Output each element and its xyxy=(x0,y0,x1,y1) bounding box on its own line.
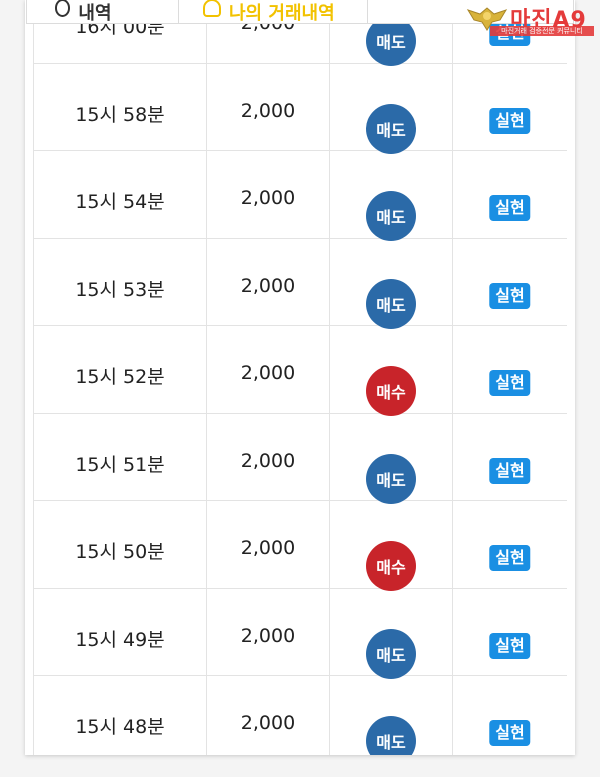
user-icon xyxy=(203,0,221,17)
table-row: 15시 52분 2,000 매수 실현 xyxy=(33,326,567,416)
table-row: 15시 50분 2,000 매수 실현 xyxy=(33,501,567,591)
table-row: 15시 54분 2,000 매도 실현 xyxy=(33,151,567,241)
trade-amount: 2,000 xyxy=(240,99,296,122)
trade-time: 15시 48분 xyxy=(75,716,165,738)
type-cell: 매수 xyxy=(330,326,453,416)
amount-cell: 2,000 xyxy=(207,501,330,588)
trade-table-card: 16시 00분2,000매도실현15시 58분2,000매도실현15시 54분2… xyxy=(25,0,575,755)
status-badge: 실현 xyxy=(489,282,531,309)
amount-cell: 2,000 xyxy=(207,151,330,238)
time-cell: 15시 50분 xyxy=(33,501,207,588)
status-cell: 실현 xyxy=(453,676,567,755)
amount-cell: 2,000 xyxy=(207,63,330,150)
status-cell: 실현 xyxy=(453,589,567,676)
type-cell: 매도 xyxy=(330,238,453,329)
table-row: 15시 51분 2,000 매도 실현 xyxy=(33,413,567,504)
status-cell: 실현 xyxy=(453,239,567,326)
amount-cell: 2,000 xyxy=(207,413,330,500)
tab-realtime-trades[interactable]: 실시간 거래내역 xyxy=(26,0,179,24)
status-badge: 실현 xyxy=(489,370,531,396)
time-cell: 15시 54분 xyxy=(33,151,207,238)
amount-cell: 2,000 xyxy=(207,676,330,755)
trade-amount: 2,000 xyxy=(240,712,296,734)
type-cell: 매도 xyxy=(330,588,453,679)
status-cell: 실현 xyxy=(453,64,567,151)
time-cell: 15시 52분 xyxy=(33,326,207,413)
trade-time: 15시 50분 xyxy=(75,541,165,563)
trade-amount: 2,000 xyxy=(240,624,296,647)
time-cell: 15시 53분 xyxy=(33,238,207,325)
status-cell: 실현 xyxy=(453,414,567,501)
tab-label: 나의 거래내역 xyxy=(229,3,335,24)
type-cell: 매도 xyxy=(330,676,453,755)
amount-cell: 2,000 xyxy=(207,326,330,413)
type-cell: 매도 xyxy=(330,413,453,504)
status-badge: 실현 xyxy=(489,195,531,221)
status-badge: 실현 xyxy=(489,632,531,659)
status-cell: 실현 xyxy=(453,501,567,588)
trade-type-badge: 매수 xyxy=(366,541,416,591)
trade-time: 15시 53분 xyxy=(75,278,165,301)
time-cell: 15시 51분 xyxy=(33,413,207,500)
time-cell: 15시 49분 xyxy=(33,588,207,675)
amount-cell: 2,000 xyxy=(207,588,330,675)
time-cell: 15시 58분 xyxy=(33,63,207,150)
logo-subtitle: 마진거래 검증전문 커뮤니티 xyxy=(490,26,594,36)
status-cell: 실현 xyxy=(453,326,567,413)
type-cell: 매도 xyxy=(330,63,453,154)
table-row: 15시 49분 2,000 매도 실현 xyxy=(33,588,567,679)
trade-type-badge: 매도 xyxy=(366,628,416,679)
status-cell: 실현 xyxy=(453,151,567,238)
trade-time: 15시 52분 xyxy=(75,366,165,388)
status-badge: 실현 xyxy=(489,545,531,571)
type-cell: 매수 xyxy=(330,501,453,591)
trade-amount: 2,000 xyxy=(240,537,296,559)
amount-cell: 2,000 xyxy=(207,238,330,325)
table-row: 15시 53분 2,000 매도 실현 xyxy=(33,238,567,329)
trade-amount: 2,000 xyxy=(240,187,296,209)
time-cell: 15시 48분 xyxy=(33,676,207,755)
trade-type-badge: 매도 xyxy=(366,191,416,241)
site-logo: 마진A9 마진거래 검증전문 커뮤니티 xyxy=(466,4,594,36)
trade-table: 16시 00분2,000매도실현15시 58분2,000매도실현15시 54분2… xyxy=(33,0,567,755)
trade-type-badge: 매도 xyxy=(366,453,416,504)
trade-type-badge: 매도 xyxy=(366,278,416,329)
trade-time: 15시 54분 xyxy=(75,191,165,213)
trade-time: 15시 58분 xyxy=(75,103,165,126)
tab-my-trades[interactable]: 나의 거래내역 xyxy=(179,0,367,24)
trade-type-badge: 매도 xyxy=(366,716,416,755)
clock-icon xyxy=(55,0,71,17)
trade-amount: 2,000 xyxy=(240,449,296,472)
table-row: 15시 48분 2,000 매도 실현 xyxy=(33,676,567,755)
trade-history-page: 16시 00분2,000매도실현15시 58분2,000매도실현15시 54분2… xyxy=(0,0,600,777)
status-badge: 실현 xyxy=(489,107,531,134)
status-badge: 실현 xyxy=(489,720,531,746)
trade-type-badge: 매수 xyxy=(366,366,416,416)
trade-type-badge: 매도 xyxy=(366,103,416,154)
trade-time: 15시 51분 xyxy=(75,453,165,476)
status-badge: 실현 xyxy=(489,457,531,484)
table-row: 15시 58분 2,000 매도 실현 xyxy=(33,63,567,154)
trade-amount: 2,000 xyxy=(240,362,296,384)
tab-label: 실시간 거래내역 xyxy=(78,3,112,24)
type-cell: 매도 xyxy=(330,151,453,241)
trade-amount: 2,000 xyxy=(240,274,296,297)
trade-time: 15시 49분 xyxy=(75,628,165,651)
